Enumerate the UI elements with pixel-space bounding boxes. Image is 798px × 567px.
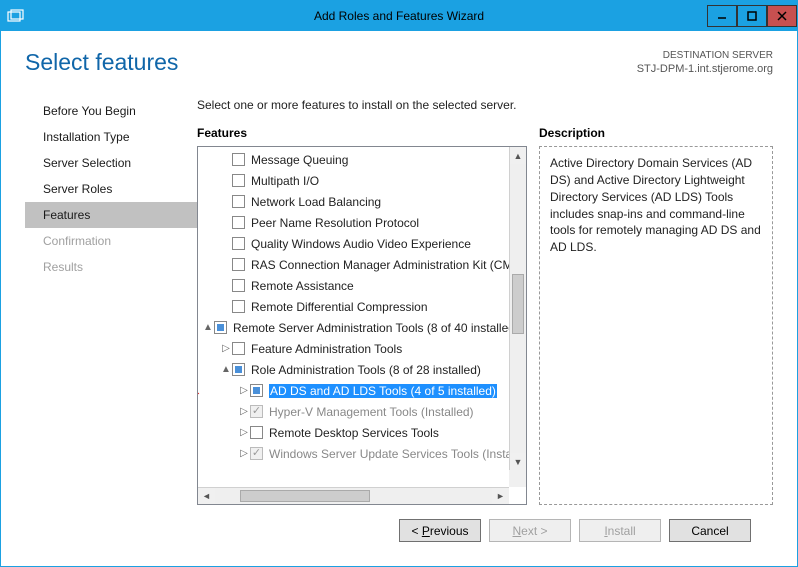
checkbox[interactable] [214, 321, 227, 334]
tree-row[interactable]: Quality Windows Audio Video Experience [198, 233, 526, 254]
checkbox[interactable] [232, 363, 245, 376]
tree-row[interactable]: Message Queuing [198, 149, 526, 170]
app-icon [7, 9, 25, 23]
tree-row[interactable]: ▷ Feature Administration Tools [198, 338, 526, 359]
tree-row[interactable]: Network Load Balancing [198, 191, 526, 212]
maximize-button[interactable] [737, 5, 767, 27]
description-text: Active Directory Domain Services (AD DS)… [539, 146, 773, 505]
wizard-window: Add Roles and Features Wizard Select fea… [0, 0, 798, 567]
checkbox[interactable] [232, 300, 245, 313]
tree-row[interactable]: Multipath I/O [198, 170, 526, 191]
nav-features[interactable]: Features [25, 202, 197, 228]
destination-value: STJ-DPM-1.int.stjerome.org [637, 62, 773, 76]
checkbox[interactable] [232, 258, 245, 271]
tree-item-label: Multipath I/O [251, 174, 319, 188]
checkbox[interactable] [232, 342, 245, 355]
expander-icon[interactable]: ▲ [202, 322, 214, 333]
checkbox[interactable] [232, 153, 245, 166]
checkbox[interactable] [250, 384, 263, 397]
tree-row[interactable]: Remote Assistance [198, 275, 526, 296]
scroll-thumb[interactable] [512, 274, 524, 334]
tree-row[interactable]: ▷ AD DS and AD LDS Tools (4 of 5 installe… [198, 380, 526, 401]
scroll-left-icon[interactable]: ◄ [198, 488, 215, 504]
wizard-nav: Before You Begin Installation Type Serve… [25, 98, 197, 505]
titlebar[interactable]: Add Roles and Features Wizard [1, 1, 797, 31]
checkbox[interactable] [232, 195, 245, 208]
nav-results: Results [25, 254, 197, 280]
hscroll-thumb[interactable] [240, 490, 370, 502]
tree-item-label: AD DS and AD LDS Tools (4 of 5 installed… [269, 384, 497, 398]
tree-row[interactable]: ▷ Windows Server Update Services Tools (I… [198, 443, 526, 464]
previous-button[interactable]: < Previous [399, 519, 481, 542]
nav-installation-type[interactable]: Installation Type [25, 124, 197, 150]
tree-item-label: Feature Administration Tools [251, 342, 402, 356]
content-area: Select features DESTINATION SERVER STJ-D… [1, 31, 797, 566]
nav-server-selection[interactable]: Server Selection [25, 150, 197, 176]
tree-item-label: Network Load Balancing [251, 195, 381, 209]
scroll-up-icon[interactable]: ▲ [510, 147, 526, 164]
checkbox[interactable] [232, 216, 245, 229]
tree-item-label: Role Administration Tools (8 of 28 insta… [251, 363, 481, 377]
destination-label: DESTINATION SERVER [637, 49, 773, 62]
horizontal-scrollbar[interactable]: ◄ ► [198, 487, 509, 504]
tree-row[interactable]: RAS Connection Manager Administration Ki… [198, 254, 526, 275]
checkbox [250, 405, 263, 418]
button-bar: < Previous Next > Install Cancel [25, 505, 773, 556]
expander-icon[interactable]: ▷ [238, 406, 250, 417]
features-tree[interactable]: Message Queuing Multipath I/O Network Load… [197, 146, 527, 505]
scroll-down-icon[interactable]: ▼ [510, 453, 526, 470]
tree-row[interactable]: Remote Differential Compression [198, 296, 526, 317]
tree-item-label: Remote Server Administration Tools (8 of… [233, 321, 519, 335]
checkbox [250, 447, 263, 460]
checkbox[interactable] [232, 279, 245, 292]
close-button[interactable] [767, 5, 797, 27]
tree-row[interactable]: ▲ Remote Server Administration Tools (8 o… [198, 317, 526, 338]
tree-item-label: RAS Connection Manager Administration Ki… [251, 258, 526, 272]
checkbox[interactable] [232, 174, 245, 187]
destination-info: DESTINATION SERVER STJ-DPM-1.int.stjerom… [637, 49, 773, 76]
nav-before-you-begin[interactable]: Before You Begin [25, 98, 197, 124]
scroll-right-icon[interactable]: ► [492, 488, 509, 504]
features-heading: Features [197, 126, 527, 140]
expander-icon[interactable]: ▷ [238, 385, 250, 396]
expander-icon[interactable]: ▲ [220, 364, 232, 375]
instruction-text: Select one or more features to install o… [197, 98, 773, 112]
tree-row[interactable]: Peer Name Resolution Protocol [198, 212, 526, 233]
expander-icon[interactable]: ▷ [238, 448, 250, 459]
tree-item-label: Message Queuing [251, 153, 348, 167]
nav-confirmation: Confirmation [25, 228, 197, 254]
tree-item-label: Remote Differential Compression [251, 300, 428, 314]
install-button: Install [579, 519, 661, 542]
checkbox[interactable] [232, 237, 245, 250]
window-title: Add Roles and Features Wizard [314, 9, 484, 23]
nav-server-roles[interactable]: Server Roles [25, 176, 197, 202]
tree-row[interactable]: ▷ Remote Desktop Services Tools [198, 422, 526, 443]
checkbox[interactable] [250, 426, 263, 439]
description-heading: Description [539, 126, 773, 140]
tree-item-label: Remote Assistance [251, 279, 354, 293]
cancel-button[interactable]: Cancel [669, 519, 751, 542]
tree-item-label: Remote Desktop Services Tools [269, 426, 439, 440]
page-title: Select features [25, 49, 178, 76]
next-button: Next > [489, 519, 571, 542]
vertical-scrollbar[interactable]: ▲ ▼ [509, 147, 526, 470]
tree-row[interactable]: ▷ Hyper-V Management Tools (Installed) [198, 401, 526, 422]
expander-icon[interactable]: ▷ [220, 343, 232, 354]
tree-item-label: Peer Name Resolution Protocol [251, 216, 419, 230]
tree-item-label: Windows Server Update Services Tools (In… [269, 447, 526, 461]
tree-item-label: Quality Windows Audio Video Experience [251, 237, 471, 251]
tree-item-label: Hyper-V Management Tools (Installed) [269, 405, 474, 419]
minimize-button[interactable] [707, 5, 737, 27]
tree-row[interactable]: ▲ Role Administration Tools (8 of 28 inst… [198, 359, 526, 380]
expander-icon[interactable]: ▷ [238, 427, 250, 438]
